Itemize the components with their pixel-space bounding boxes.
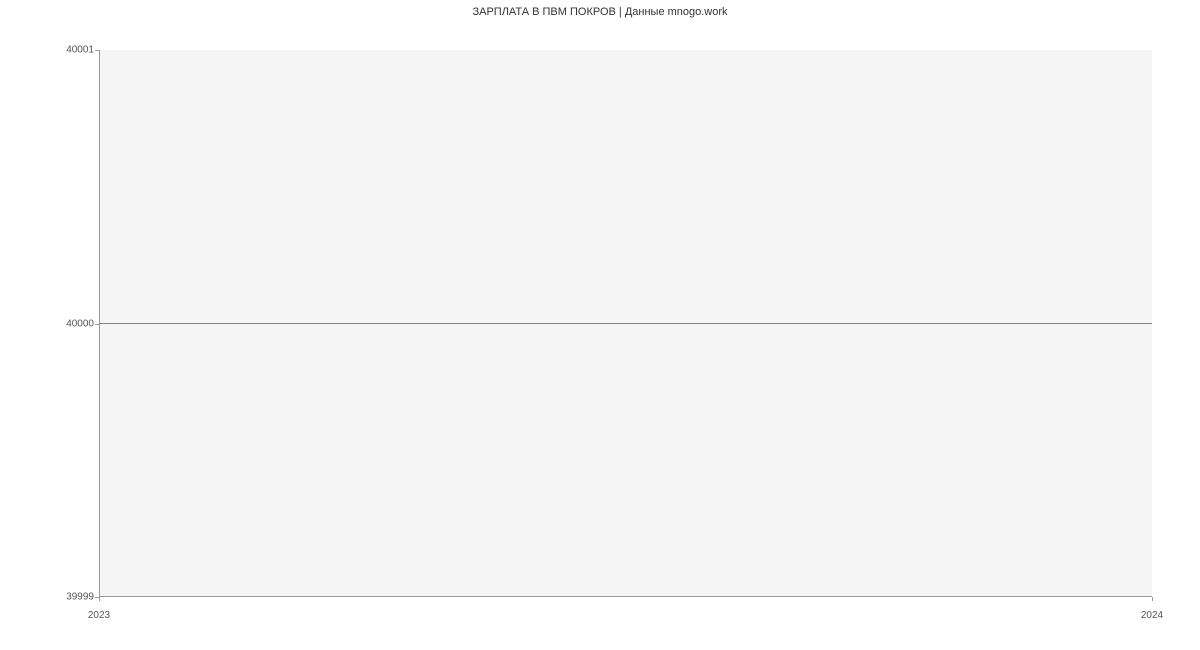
y-tick-label: 40000	[66, 319, 94, 330]
y-tick-label: 40001	[66, 45, 94, 56]
x-tick-label: 2024	[1141, 610, 1163, 621]
y-tick-label: 39999	[66, 592, 94, 603]
y-tick-mark	[95, 50, 99, 51]
chart-title: ЗАРПЛАТА В ПВМ ПОКРОВ | Данные mnogo.wor…	[0, 6, 1200, 18]
data-line	[99, 323, 1152, 324]
x-tick-label: 2023	[88, 610, 110, 621]
x-tick-mark	[99, 597, 100, 601]
y-tick-mark	[95, 324, 99, 325]
x-tick-mark	[1152, 597, 1153, 601]
